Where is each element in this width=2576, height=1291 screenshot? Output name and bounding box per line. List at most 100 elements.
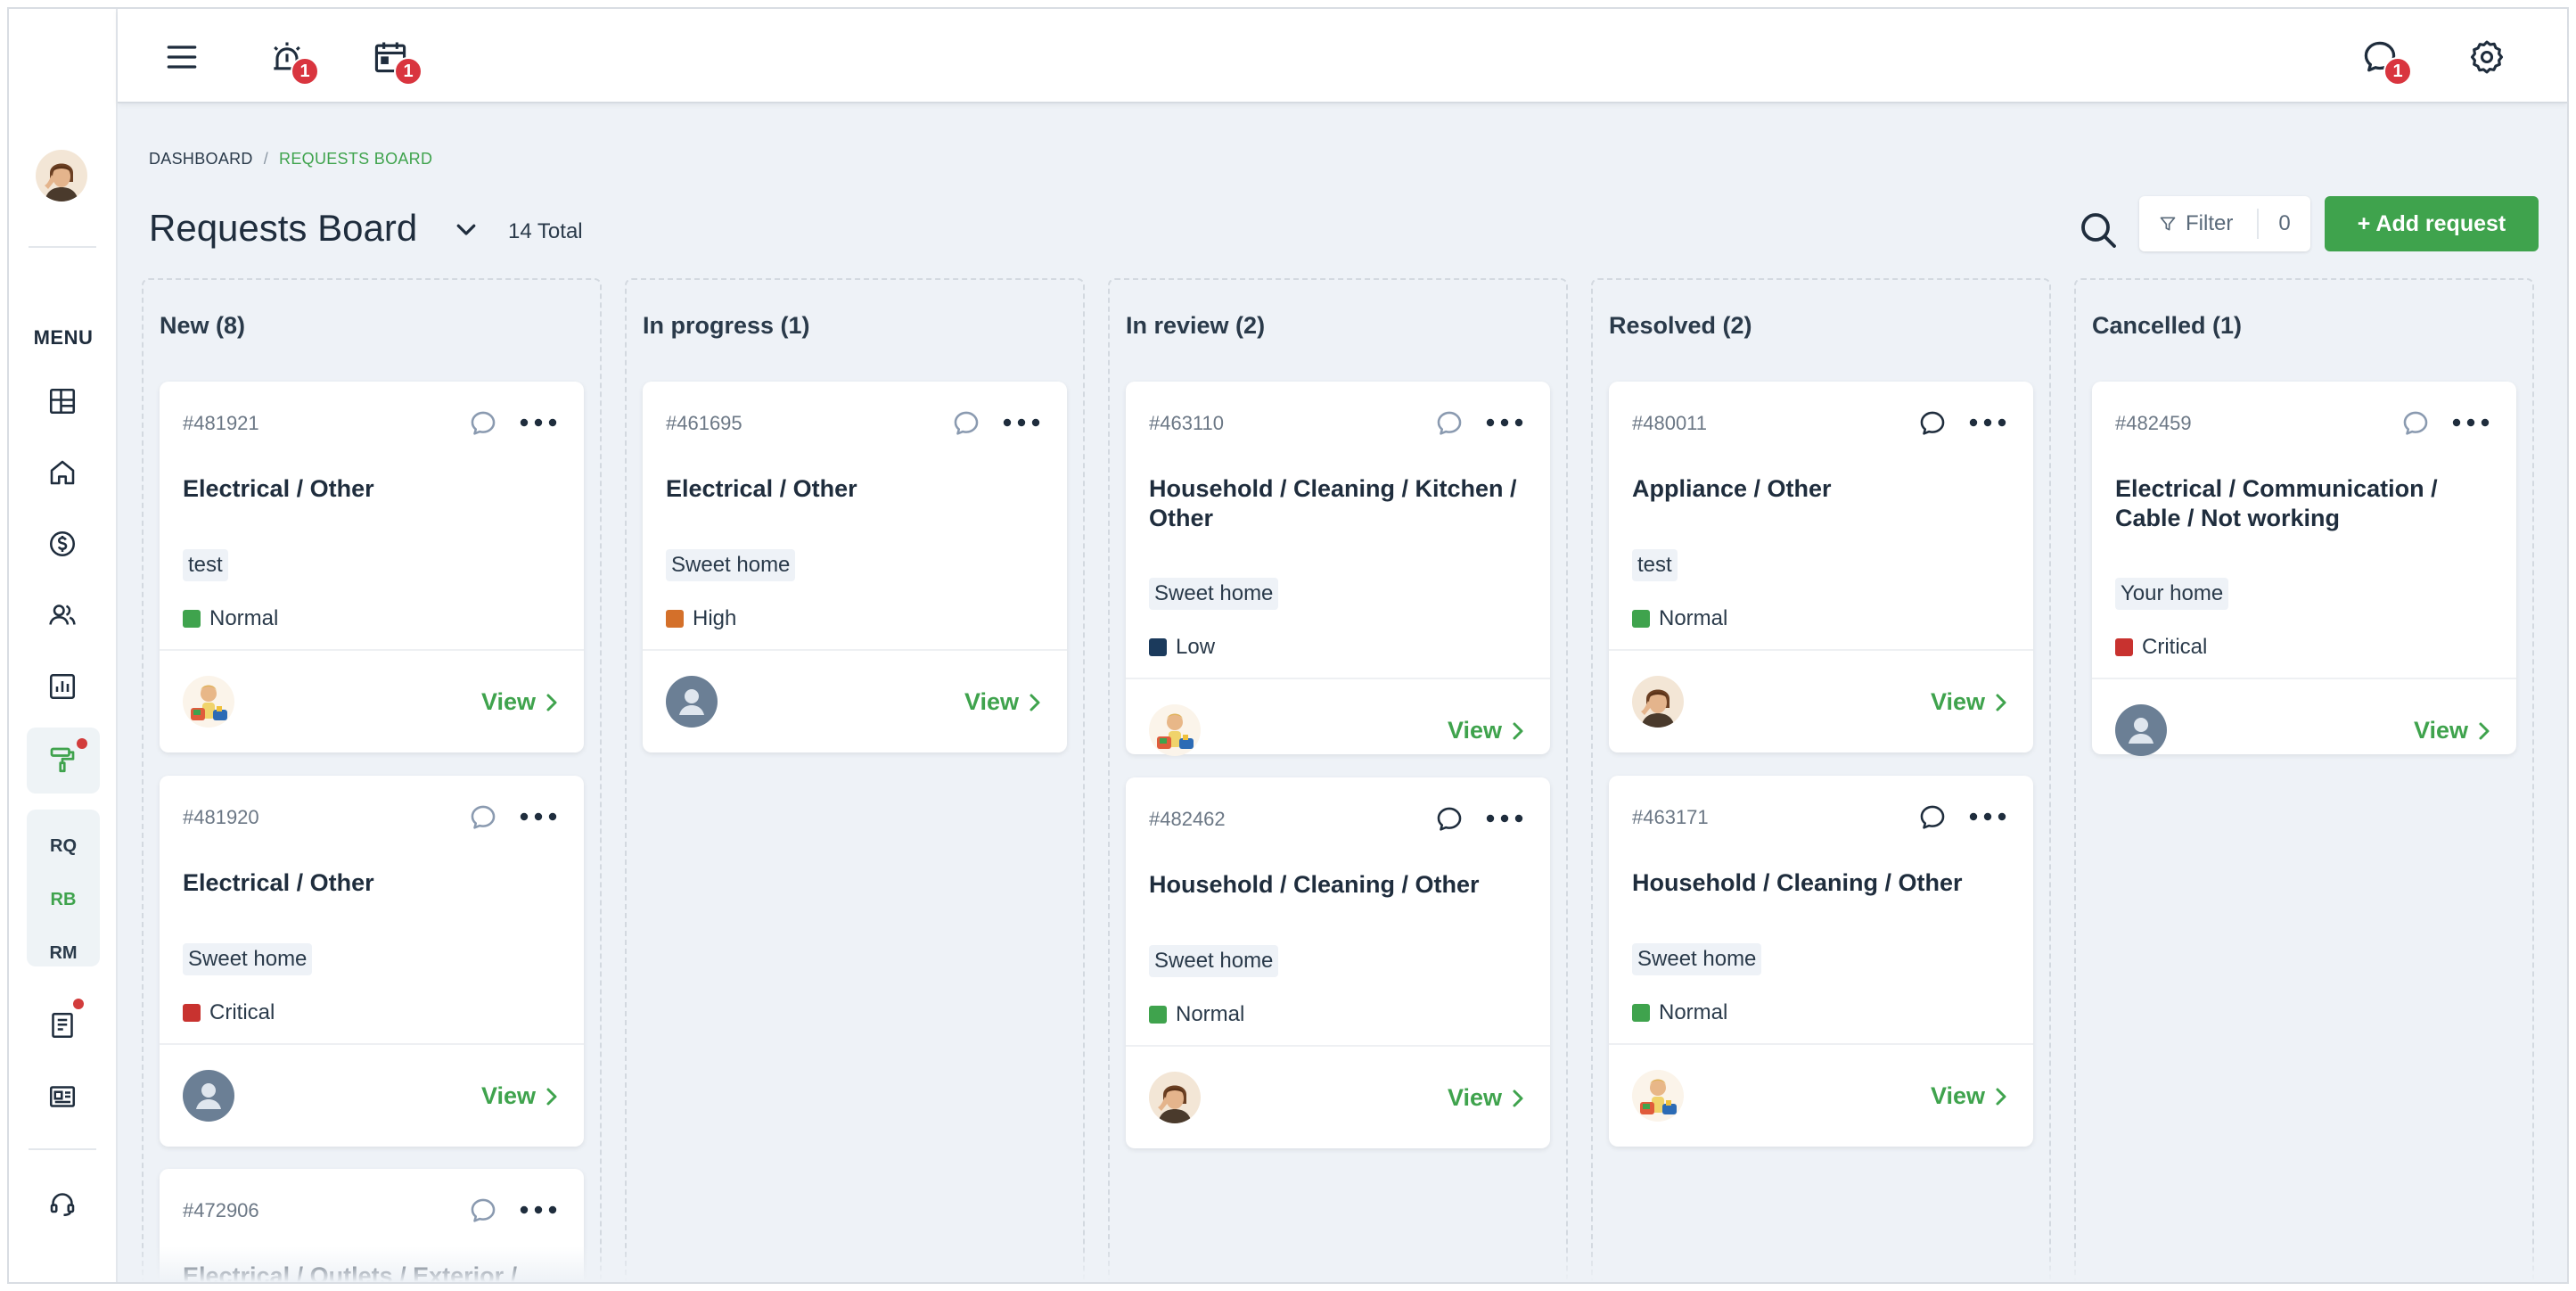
priority-text: Low (1176, 635, 1216, 659)
calendar-icon[interactable]: 1 (367, 34, 422, 86)
comment-icon[interactable] (2400, 408, 2431, 439)
request-card[interactable]: #480011 Appliance / Other test Normal View (1609, 382, 2033, 752)
request-id: #482462 (1149, 808, 1226, 830)
request-card[interactable]: #482462 Household / Cleaning / Other Sweet… (1126, 777, 1550, 1148)
chevron-right-icon (543, 1086, 561, 1107)
home-icon[interactable] (41, 451, 84, 494)
card-divider (2092, 678, 2516, 679)
more-options-icon[interactable] (518, 808, 559, 826)
request-title: Household / Cleaning / Other (1632, 869, 1963, 896)
chevron-right-icon (1026, 692, 1044, 713)
reports-icon[interactable] (41, 665, 84, 708)
more-options-icon[interactable] (1484, 810, 1525, 827)
request-card[interactable]: #461695 Electrical / Other Sweet home High V… (643, 382, 1067, 752)
add-request-button[interactable]: + Add request (2325, 196, 2539, 251)
board-column: In review (2) #463110 Household / Cleaning… (1108, 278, 1568, 1282)
comment-icon[interactable] (1917, 802, 1948, 833)
property-tag: Sweet home (666, 549, 796, 581)
hamburger-menu-icon[interactable] (159, 34, 205, 80)
chat-badge: 1 (2383, 57, 2412, 86)
user-avatar[interactable] (36, 150, 87, 201)
request-id: #463110 (1149, 412, 1225, 434)
request-card[interactable]: #463110 Household / Cleaning / Kitchen / … (1126, 382, 1550, 754)
sidebar-divider (29, 246, 96, 248)
assignee-avatar (1632, 676, 1684, 728)
id-card-icon[interactable] (41, 1075, 84, 1118)
property-tag: test (1632, 549, 1678, 581)
chevron-down-icon[interactable] (453, 216, 480, 243)
property-tag: Your home (2115, 578, 2229, 610)
view-request-link[interactable]: View (964, 688, 1044, 716)
column-title: In review (2) (1126, 312, 1266, 339)
app-window: MENU RQ RB RM 1 1 1 DASHBOARD / REQUESTS… (7, 7, 2569, 1284)
priority-label: Normal (183, 606, 278, 631)
sidebar-subitem-rm[interactable]: RM (27, 943, 100, 964)
comment-icon[interactable] (951, 408, 981, 439)
more-options-icon[interactable] (1967, 808, 2008, 826)
priority-text: Normal (209, 606, 279, 630)
request-id: #463171 (1632, 806, 1709, 828)
sidebar-subitem-rq[interactable]: RQ (27, 836, 100, 857)
priority-label: Low (1149, 635, 1215, 660)
property-tag: Sweet home (1149, 578, 1279, 610)
request-id: #482459 (2115, 412, 2192, 434)
billing-icon[interactable] (41, 522, 84, 565)
more-options-icon[interactable] (2450, 414, 2491, 432)
view-request-link[interactable]: View (1931, 1082, 2010, 1110)
alarm-badge: 1 (291, 57, 319, 86)
card-divider (1126, 1045, 1550, 1047)
document-icon[interactable] (41, 1004, 84, 1047)
more-options-icon[interactable] (518, 1201, 559, 1219)
chat-icon[interactable]: 1 (2357, 34, 2412, 86)
chevron-right-icon (1992, 1086, 2010, 1107)
card-divider (643, 649, 1067, 651)
calendar-badge: 1 (394, 57, 422, 86)
document-notification-dot (73, 999, 84, 1009)
view-request-link[interactable]: View (481, 688, 561, 716)
priority-indicator (1632, 610, 1650, 628)
breadcrumb-dashboard[interactable]: DASHBOARD (149, 150, 253, 168)
more-options-icon[interactable] (1484, 414, 1525, 432)
priority-label: High (666, 606, 736, 631)
more-options-icon[interactable] (1967, 414, 2008, 432)
request-card[interactable]: #481920 Electrical / Other Sweet home Criti… (160, 776, 584, 1147)
request-card[interactable]: #482459 Electrical / Communication / Cabl… (2092, 382, 2516, 754)
priority-indicator (183, 610, 201, 628)
more-options-icon[interactable] (518, 414, 559, 432)
view-request-link[interactable]: View (1448, 1084, 1527, 1112)
property-tag: Sweet home (1632, 943, 1762, 975)
request-id: #481921 (183, 412, 259, 434)
view-request-link[interactable]: View (2414, 717, 2493, 744)
priority-indicator (666, 610, 684, 628)
request-id: #480011 (1632, 412, 1708, 434)
card-divider (1609, 1043, 2033, 1045)
comment-icon[interactable] (468, 802, 498, 833)
comment-icon[interactable] (468, 1196, 498, 1226)
comment-icon[interactable] (468, 408, 498, 439)
view-request-link[interactable]: View (1448, 717, 1527, 744)
assignee-avatar (183, 676, 234, 728)
chevron-right-icon (2475, 720, 2493, 742)
search-icon[interactable] (2077, 209, 2120, 251)
alarm-icon[interactable]: 1 (264, 34, 319, 86)
priority-label: Normal (1632, 606, 1727, 631)
users-icon[interactable] (41, 594, 84, 637)
gear-icon[interactable] (2464, 34, 2510, 80)
view-request-link[interactable]: View (1931, 688, 2010, 716)
sidebar-subitem-rb[interactable]: RB (27, 890, 100, 910)
view-request-link[interactable]: View (481, 1082, 561, 1110)
dashboard-icon[interactable] (41, 380, 84, 423)
more-options-icon[interactable] (1001, 414, 1042, 432)
priority-label: Critical (183, 1000, 275, 1025)
comment-icon[interactable] (1434, 804, 1464, 835)
request-card[interactable]: #463171 Household / Cleaning / Other Sweet… (1609, 776, 2033, 1147)
comment-icon[interactable] (1917, 408, 1948, 439)
priority-text: Critical (2142, 635, 2208, 659)
support-headset-icon[interactable] (41, 1182, 84, 1225)
filter-button[interactable]: Filter 0 (2139, 196, 2310, 251)
request-title: Electrical / Other (183, 475, 374, 502)
priority-label: Critical (2115, 635, 2207, 660)
comment-icon[interactable] (1434, 408, 1464, 439)
request-card[interactable]: #481921 Electrical / Other test Normal View (160, 382, 584, 752)
priority-text: Normal (1176, 1002, 1245, 1026)
